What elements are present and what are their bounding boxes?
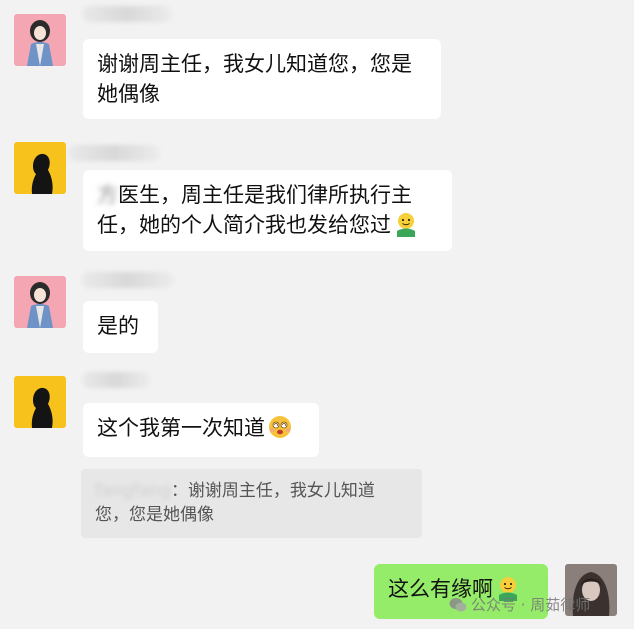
- sender-name-wang: [68, 145, 160, 161]
- message-bubble-4[interactable]: 这个我第一次知道: [83, 403, 319, 457]
- message-line-2: 任，她的个人简介我也发给您过: [97, 210, 438, 240]
- watermark-text: 公众号 · 周茹律师: [471, 596, 591, 614]
- quote-separator: ：: [170, 481, 188, 501]
- message-text: 是的: [97, 314, 139, 338]
- message-text-line2: 她偶像: [97, 82, 160, 106]
- smile-hug-emoji-icon: [393, 211, 419, 237]
- quote-sender: fangfang: [95, 479, 171, 503]
- message-line-1: 方医生，周主任是我们律所执行主: [97, 180, 438, 210]
- avatar-fangfang-2[interactable]: [14, 276, 66, 328]
- message-text: 医生，周主任是我们律所执行主: [118, 183, 412, 207]
- dizzy-emoji-icon: [267, 414, 293, 440]
- quote-text: 谢谢周主任，我女儿知道: [187, 481, 375, 501]
- message-text-line2: 任，她的个人简介我也发给您过: [97, 213, 391, 237]
- quote-line-1: fangfang：谢谢周主任，我女儿知道: [95, 479, 408, 503]
- quote-sender-name: fangfang: [95, 481, 171, 501]
- message-line: 这个我第一次知道: [97, 413, 305, 443]
- girl-avatar-icon: [14, 276, 66, 328]
- quoted-message[interactable]: fangfang：谢谢周主任，我女儿知道 您，您是她偶像: [81, 469, 422, 538]
- wechat-icon: [449, 597, 467, 611]
- sender-name-fangfang: [82, 6, 172, 22]
- silhouette-avatar-icon: [14, 376, 66, 428]
- avatar-wang[interactable]: [14, 142, 66, 194]
- message-bubble-2[interactable]: 方医生，周主任是我们律所执行主 任，她的个人简介我也发给您过: [83, 170, 452, 251]
- message-text: 这个我第一次知道: [97, 416, 265, 440]
- message-bubble-3[interactable]: 是的: [83, 301, 158, 353]
- avatar-wang-2[interactable]: [14, 376, 66, 428]
- message-bubble-1[interactable]: 谢谢周主任，我女儿知道您，您是 她偶像: [83, 39, 441, 119]
- watermark: 公众号 · 周茹律师: [449, 594, 590, 615]
- sender-name-wang-2: [82, 372, 150, 388]
- message-text: 谢谢周主任，我女儿知道您，您是: [97, 52, 412, 76]
- silhouette-avatar-icon: [14, 142, 66, 194]
- sender-name-fangfang-2: [82, 272, 174, 288]
- quote-text-line2: 您，您是她偶像: [95, 505, 214, 525]
- blurred-name-char: 方: [97, 183, 118, 207]
- girl-avatar-icon: [14, 14, 66, 66]
- avatar-fangfang[interactable]: [14, 14, 66, 66]
